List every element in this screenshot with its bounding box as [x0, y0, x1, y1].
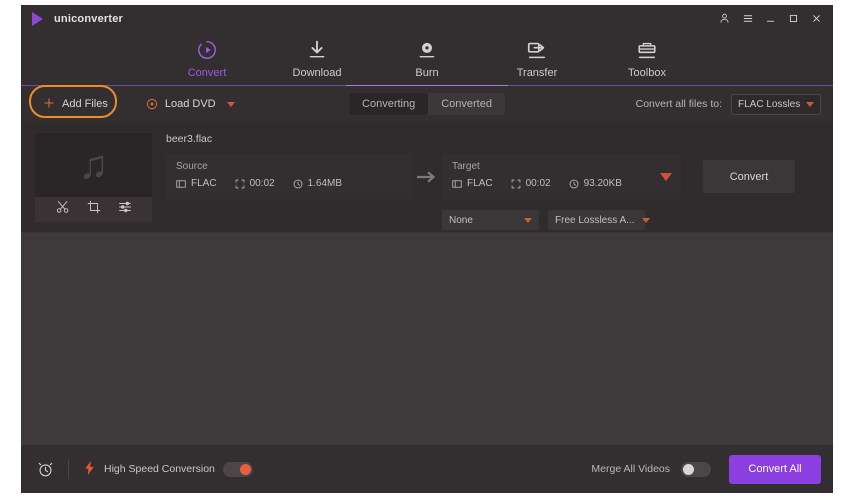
target-stats: FLAC 00:02 93.20KB — [452, 178, 671, 189]
footer-right-group: Merge All Videos Convert All — [591, 454, 821, 484]
nav-item-transfer[interactable]: Transfer — [500, 39, 574, 79]
file-list: ♫ beer3.flac Source FLAC 00:02 1.64MB Ta… — [21, 122, 833, 445]
target-format-value: FLAC — [467, 178, 493, 189]
toolbox-icon — [636, 39, 658, 61]
add-files-wrapper: Add Files — [29, 85, 117, 118]
dvd-icon — [146, 98, 158, 110]
source-stats: FLAC 00:02 1.64MB — [176, 178, 402, 189]
source-title: Source — [176, 161, 208, 172]
output-format-value: FLAC Lossless ... — [738, 98, 800, 110]
alarm-clock-icon[interactable] — [37, 461, 54, 478]
convert-all-to-group: Convert all files to: FLAC Lossless ... — [635, 93, 821, 115]
status-tabs: Converting Converted — [349, 93, 505, 115]
convert-all-to-label: Convert all files to: — [635, 98, 722, 110]
nav-item-convert[interactable]: Convert — [170, 39, 244, 79]
tab-converted[interactable]: Converted — [428, 93, 505, 115]
chevron-down-icon — [524, 217, 532, 223]
music-note-icon: ♫ — [78, 143, 109, 187]
source-target-row: Source FLAC 00:02 1.64MB Target FLAC 00:… — [166, 154, 819, 199]
maximize-icon[interactable] — [787, 12, 800, 25]
transfer-icon — [526, 39, 548, 61]
merge-label: Merge All Videos — [591, 463, 670, 475]
merge-toggle[interactable] — [681, 461, 711, 477]
audio-codec-select[interactable]: Free Lossless A... — [548, 210, 651, 230]
nav-label-toolbox: Toolbox — [628, 67, 666, 79]
tab-converting[interactable]: Converting — [349, 93, 429, 115]
burn-icon — [417, 39, 437, 61]
divider — [68, 459, 69, 479]
source-format-stat: FLAC — [176, 178, 217, 189]
nav-label-convert: Convert — [187, 67, 227, 79]
nav-label-download: Download — [292, 67, 342, 79]
convert-button[interactable]: Convert — [703, 160, 795, 193]
title-bar: uniconverter — [21, 5, 833, 32]
nav-item-download[interactable]: Download — [280, 39, 354, 79]
nav-item-burn[interactable]: Burn — [390, 39, 464, 79]
load-dvd-label: Load DVD — [164, 98, 216, 110]
film-icon — [452, 179, 462, 188]
subtitle-value: None — [449, 214, 473, 226]
chevron-down-icon[interactable] — [226, 101, 235, 107]
menu-icon[interactable] — [741, 12, 754, 25]
nav-item-toolbox[interactable]: Toolbox — [610, 39, 684, 79]
target-panel[interactable]: Target FLAC 00:02 93.20KB — [442, 154, 681, 199]
chevron-down-icon — [806, 101, 814, 107]
high-speed-label: High Speed Conversion — [104, 463, 215, 475]
source-duration-value: 00:02 — [249, 178, 275, 189]
target-duration-value: 00:02 — [525, 178, 551, 189]
target-chevron-down-icon[interactable] — [660, 172, 672, 181]
source-format-value: FLAC — [191, 178, 217, 189]
trim-icon[interactable] — [56, 200, 70, 219]
high-speed-group: High Speed Conversion — [83, 461, 253, 477]
convert-icon — [196, 39, 218, 61]
subtitle-select[interactable]: None — [442, 210, 539, 230]
plus-icon — [43, 97, 55, 111]
source-duration-stat: 00:02 — [235, 178, 275, 189]
status-bar: High Speed Conversion Merge All Videos C… — [21, 445, 833, 493]
file-thumbnail[interactable]: ♫ — [35, 133, 152, 222]
crop-icon[interactable] — [87, 200, 101, 219]
download-icon — [307, 39, 327, 61]
minimize-icon[interactable] — [764, 12, 777, 25]
nav-label-burn: Burn — [415, 67, 439, 79]
file-name: beer3.flac — [166, 133, 213, 145]
arrow-right-icon — [412, 154, 442, 199]
chevron-down-icon — [642, 217, 651, 223]
app-title: uniconverter — [54, 12, 124, 25]
source-size-value: 1.64MB — [307, 178, 343, 189]
file-card[interactable]: ♫ beer3.flac Source FLAC 00:02 1.64MB Ta… — [21, 122, 833, 233]
lightning-icon — [83, 461, 96, 477]
target-size-value: 93.20KB — [583, 178, 622, 189]
thumbnail-tools — [35, 197, 152, 222]
target-title: Target — [452, 161, 480, 172]
window-controls — [718, 12, 827, 25]
target-format-stat: FLAC — [452, 178, 493, 189]
close-icon[interactable] — [810, 12, 823, 25]
clock-icon — [293, 179, 302, 188]
add-files-label: Add Files — [62, 98, 108, 110]
nav-label-transfer: Transfer — [516, 67, 558, 79]
add-files-button[interactable]: Add Files — [37, 93, 114, 115]
main-nav: Convert Download Burn Transfer Toolbox — [21, 32, 833, 86]
source-panel: Source FLAC 00:02 1.64MB — [166, 154, 412, 199]
convert-all-button[interactable]: Convert All — [729, 454, 821, 484]
resize-icon — [511, 179, 520, 188]
load-dvd-button[interactable]: Load DVD — [140, 94, 241, 114]
app-window: uniconverter Convert Download Burn Trans… — [21, 5, 833, 493]
target-size-stat: 93.20KB — [569, 178, 622, 189]
high-speed-toggle[interactable] — [222, 461, 253, 477]
effects-icon[interactable] — [118, 200, 132, 219]
resize-icon — [235, 179, 244, 188]
account-icon[interactable] — [718, 12, 731, 25]
clock-icon — [569, 179, 578, 188]
film-icon — [176, 179, 186, 188]
source-size-stat: 1.64MB — [293, 178, 342, 189]
audio-codec-value: Free Lossless A... — [555, 214, 635, 226]
file-meta: beer3.flac Source FLAC 00:02 1.64MB Targ… — [152, 133, 819, 230]
output-format-select[interactable]: FLAC Lossless ... — [731, 93, 821, 115]
target-duration-stat: 00:02 — [511, 178, 551, 189]
target-options-row: None Free Lossless A... — [442, 210, 819, 230]
app-logo-icon — [29, 11, 45, 27]
action-toolbar: Add Files Load DVD Converting Converted … — [21, 85, 833, 122]
